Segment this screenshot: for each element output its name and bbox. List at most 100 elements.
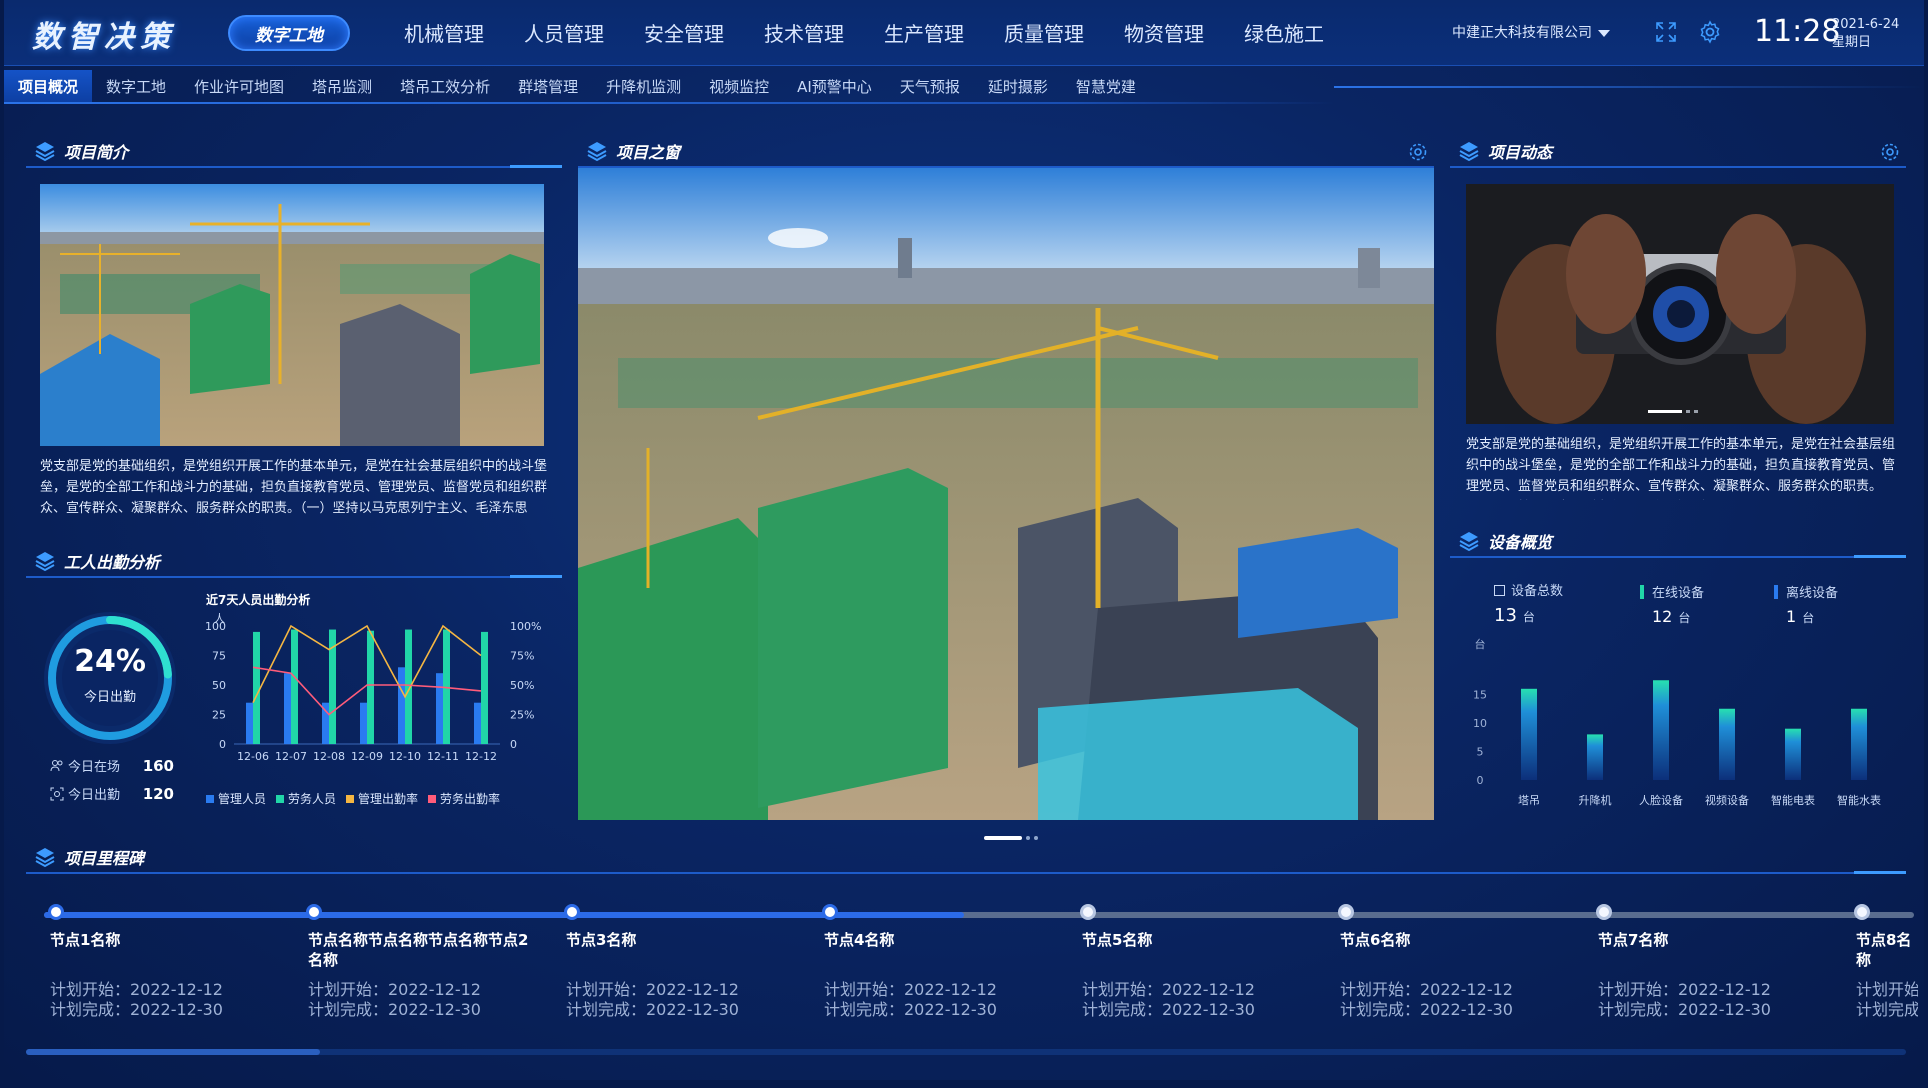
milestone-node[interactable] [1596,904,1612,920]
bar-management [360,702,367,744]
present-row: 今日出勤 120 [50,784,174,803]
nav-item-production[interactable]: 生产管理 [864,18,984,47]
milestone-plan-end: 计划完成：2022-12-30 [1856,1000,1918,1019]
carousel-dot[interactable] [1026,836,1030,840]
nav-item-safety[interactable]: 安全管理 [624,18,744,47]
carousel-dot[interactable] [1034,836,1038,840]
present-value: 120 [142,784,174,803]
tab-video-monitor[interactable]: 视频监控 [695,70,783,104]
devices-panel-title: 设备概览 [1450,526,1906,558]
milestone-name: 节点4名称 [824,931,895,949]
carousel-dot-active[interactable] [984,836,1022,840]
weekday-text: 星期日 [1832,35,1872,50]
milestone-name: 节点7名称 [1598,931,1669,949]
tab-work-permit-map[interactable]: 作业许可地图 [180,70,298,104]
tab-digital-site[interactable]: 数字工地 [92,70,180,104]
onsite-row: 今日在场 160 [50,756,174,775]
fullscreen-icon[interactable] [1654,20,1678,44]
device-total-value: 13 [1494,605,1517,626]
milestone-node[interactable] [48,904,64,920]
milestone-node[interactable] [1080,904,1096,920]
layers-icon [35,142,55,162]
y-tick-label: 15 [1473,689,1487,702]
legend-swatch [206,795,214,803]
nav-item-green[interactable]: 绿色施工 [1224,18,1344,47]
milestone-scroll-thumb[interactable] [26,1049,320,1055]
tab-timelapse[interactable]: 延时摄影 [974,70,1062,104]
bar-management [474,702,481,744]
milestone-node[interactable] [1338,904,1354,920]
tab-tower-crane-efficiency[interactable]: 塔吊工效分析 [386,70,504,104]
online-marker [1640,585,1644,599]
app-logo: 数智决策 [32,20,176,55]
title-accent [1854,871,1906,874]
onsite-label: 今日在场 [68,760,121,775]
intro-text: 党支部是党的基础组织，是党组织开展工作的基本单元，是党在社会基层组织中的战斗堡垒… [40,459,548,516]
layers-icon [587,142,607,162]
y-tick-label: 25 [212,709,226,722]
x-tick-label: 人脸设备 [1639,793,1683,807]
bar-labor [367,630,374,744]
device-bar [1719,708,1735,780]
milestone-node[interactable] [822,904,838,920]
window-panel-title: 项目之窗 [578,136,1434,168]
company-selector[interactable]: 中建正大科技有限公司 [1452,22,1610,42]
title-accent [1854,555,1906,558]
nav-item-machinery[interactable]: 机械管理 [384,18,504,47]
legend-swatch [428,795,437,803]
x-tick-label: 塔吊 [1518,794,1540,807]
attendance-panel-title: 工人出勤分析 [26,546,562,578]
nav-item-materials[interactable]: 物资管理 [1104,18,1224,47]
y2-tick-label: 50% [510,679,534,692]
device-offline-unit: 台 [1802,611,1815,625]
milestone-node[interactable] [564,904,580,920]
dashboard-frame: 数智决策 数字工地 机械管理 人员管理 安全管理 技术管理 生产管理 质量管理 … [4,0,1924,1080]
tab-weather[interactable]: 天气预报 [886,70,974,104]
title-accent [510,575,562,578]
attendance-title: 工人出勤分析 [64,553,161,572]
x-tick-label: 12-10 [389,750,421,763]
device-total-unit: 台 [1522,610,1535,624]
legend-item: 劳务出勤率 [428,790,500,807]
milestone-plan-start: 计划开始：2022-12-12 [824,980,997,999]
nav-item-personnel[interactable]: 人员管理 [504,18,624,47]
chevron-down-icon [1598,29,1610,37]
x-tick-label: 12-07 [275,750,307,763]
onsite-value: 160 [142,756,174,775]
gear-icon[interactable] [1698,20,1722,44]
intro-title: 项目简介 [64,143,129,162]
attendance-percent: 24% [74,644,146,679]
milestone-node[interactable] [306,904,322,920]
attendance-legend: 管理人员 劳务人员 管理出勤率 劳务出勤率 [206,790,500,807]
tab-elevator-monitor[interactable]: 升降机监测 [592,70,695,104]
y-tick-label: 75 [212,650,226,663]
x-tick-label: 智能电表 [1771,793,1815,807]
legend-label: 管理人员 [218,792,267,806]
y2-tick-label: 25% [510,709,534,722]
layers-icon [35,848,55,868]
face-scan-icon [50,787,64,800]
company-name: 中建正大科技有限公司 [1452,25,1592,41]
device-offline-stat: 离线设备 1台 [1774,582,1838,626]
nav-item-technology[interactable]: 技术管理 [744,18,864,47]
tab-group-tower[interactable]: 群塔管理 [504,70,592,104]
tab-tower-crane-monitor[interactable]: 塔吊监测 [298,70,386,104]
device-offline-label: 离线设备 [1786,586,1839,601]
intro-site-photo [40,184,544,446]
tab-ai-alert[interactable]: AI预警中心 [783,70,886,104]
milestone-plan-start: 计划开始：2022-12-12 [50,980,223,999]
gear-icon[interactable] [1880,142,1900,162]
bar-labor [291,629,298,744]
x-tick-label: 12-11 [427,750,459,763]
tab-project-overview[interactable]: 项目概况 [4,70,93,104]
device-bar [1851,708,1867,780]
devices-title: 设备概览 [1488,533,1553,552]
gear-icon[interactable] [1408,142,1428,162]
tab-party-building[interactable]: 智慧党建 [1062,70,1150,104]
legend-label: 管理出勤率 [358,792,419,806]
mode-button[interactable]: 数字工地 [228,15,350,51]
layers-icon [1459,532,1479,552]
milestone-node[interactable] [1854,904,1870,920]
bar-management [246,702,253,744]
nav-item-quality[interactable]: 质量管理 [984,18,1104,47]
